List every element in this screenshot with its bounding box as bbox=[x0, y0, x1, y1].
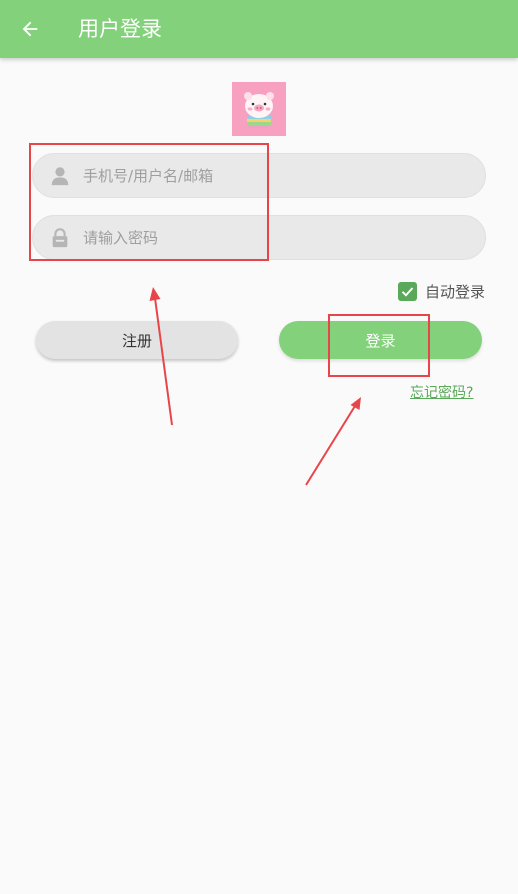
register-button[interactable]: 注册 bbox=[36, 321, 238, 359]
avatar bbox=[232, 82, 286, 136]
username-input[interactable] bbox=[83, 154, 473, 197]
password-field[interactable] bbox=[32, 215, 486, 260]
check-icon bbox=[401, 286, 414, 297]
auto-login-checkbox[interactable] bbox=[398, 281, 417, 301]
user-icon bbox=[51, 167, 69, 186]
forgot-password-link[interactable]: 忘记密码? bbox=[410, 382, 488, 402]
arrow-left-icon bbox=[22, 21, 38, 37]
page-title: 用户登录 bbox=[78, 17, 162, 41]
login-button[interactable]: 登录 bbox=[279, 321, 482, 359]
auto-login-toggle[interactable]: 自动登录 bbox=[398, 280, 488, 302]
username-field[interactable] bbox=[32, 153, 486, 198]
app-toolbar: 用户登录 bbox=[0, 0, 518, 58]
back-button[interactable] bbox=[14, 13, 46, 45]
lock-icon bbox=[52, 228, 68, 248]
password-input[interactable] bbox=[83, 216, 473, 259]
pig-avatar-icon bbox=[232, 82, 286, 136]
annotation-arrow-login bbox=[305, 397, 361, 486]
login-screen: 用户登录 手机号/用户名/邮箱 自动登录 注册 登录 忘记密码? bbox=[0, 0, 518, 894]
auto-login-label: 自动登录 bbox=[425, 282, 486, 301]
